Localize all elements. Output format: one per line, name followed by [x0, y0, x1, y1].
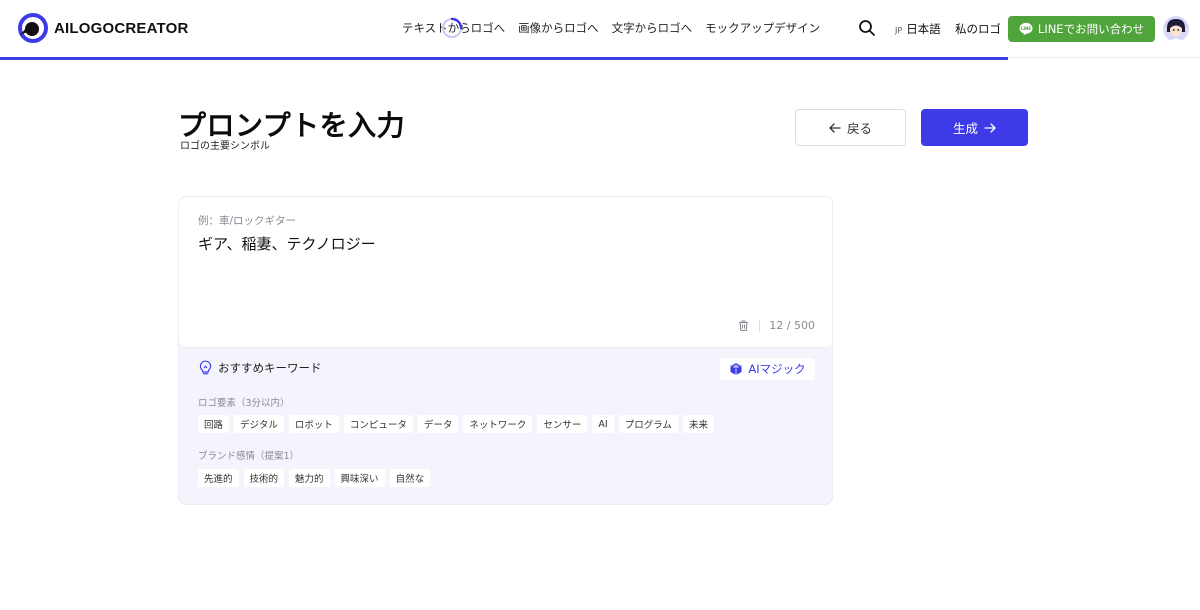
nav-item-mockup-design[interactable]: モックアップデザイン — [705, 20, 820, 36]
main-nav: テキストからロゴへ 画像からロゴへ 文字からロゴへ モックアップデザイン — [402, 20, 820, 36]
footer-divider — [759, 319, 761, 332]
line-contact-button[interactable]: LINE LINEでお問い合わせ — [1008, 16, 1155, 42]
page-subtitle: ロゴの主要シンボル — [180, 141, 270, 152]
keyword-chip[interactable]: AI — [592, 415, 614, 433]
generate-button-label: 生成 — [952, 121, 978, 136]
avatar-icon — [1163, 16, 1189, 42]
section-label-logo-elements: ロゴ要素（3分以内） — [198, 398, 290, 409]
my-logo-link[interactable]: 私のロゴ — [955, 21, 1001, 37]
chips-logo-elements: 回路 デジタル ロボット コンピュータ データ ネットワーク センサー AI プ… — [198, 415, 714, 433]
keyword-chip[interactable]: データ — [417, 415, 459, 433]
section-label-brand-emotion: ブランド感情（提案1） — [198, 451, 300, 462]
chips-brand-emotion: 先進的 技術的 魅力的 興味深い 自然な — [198, 469, 431, 487]
language-label: 日本語 — [906, 22, 941, 36]
character-count: 12 / 500 — [769, 319, 815, 332]
nav-item-letter-to-logo[interactable]: 文字からロゴへ — [612, 20, 693, 36]
bulb-icon — [199, 360, 212, 375]
keyword-chip[interactable]: 回路 — [198, 415, 230, 433]
brand-logo[interactable]: AILOGOCREATOR — [18, 13, 189, 43]
keyword-chip[interactable]: センサー — [537, 415, 588, 433]
arrow-right-icon — [984, 122, 996, 133]
page-progress-bar — [0, 57, 1008, 60]
nav-item-image-to-logo[interactable]: 画像からロゴへ — [518, 20, 599, 36]
keyword-chip[interactable]: 自然な — [389, 469, 431, 487]
keyword-chip[interactable]: ロボット — [288, 415, 339, 433]
keyword-chip[interactable]: プログラム — [618, 415, 678, 433]
search-icon[interactable] — [858, 19, 876, 37]
brand-logo-icon — [18, 13, 48, 43]
magic-cube-icon — [730, 363, 742, 375]
svg-text:LINE: LINE — [1021, 26, 1031, 31]
prompt-textarea[interactable]: 例：車/ロックギター ギア、稲妻、テクノロジー 12 / 500 — [179, 197, 832, 348]
keyword-chip[interactable]: 魅力的 — [289, 469, 330, 487]
keyword-chip[interactable]: 未来 — [682, 415, 714, 433]
prompt-value[interactable]: ギア、稲妻、テクノロジー — [198, 233, 376, 254]
keyword-chip[interactable]: 技術的 — [243, 469, 285, 487]
keyword-chip[interactable]: コンピュータ — [343, 415, 413, 433]
keyword-chip[interactable]: ネットワーク — [463, 415, 533, 433]
line-chat-icon: LINE — [1019, 22, 1033, 36]
top-header: AILOGOCREATOR テキストからロゴへ 画像からロゴへ 文字からロゴへ … — [0, 0, 1200, 58]
line-contact-label: LINEでお問い合わせ — [1037, 22, 1145, 36]
loading-spinner-icon — [442, 17, 463, 38]
keyword-heading: おすすめキーワード — [198, 360, 322, 376]
keyword-chip[interactable]: 先進的 — [198, 469, 239, 487]
language-selector[interactable]: JP 日本語 — [895, 21, 941, 37]
user-avatar[interactable] — [1163, 16, 1189, 42]
keyword-chip[interactable]: デジタル — [234, 415, 284, 433]
ai-magic-button[interactable]: AIマジック — [720, 358, 815, 380]
prompt-placeholder: 例：車/ロックギター — [198, 215, 297, 227]
language-code: JP — [895, 26, 903, 35]
ai-magic-label: AIマジック — [748, 362, 806, 376]
keyword-chip[interactable]: 興味深い — [334, 469, 385, 487]
back-button[interactable]: 戻る — [795, 109, 906, 146]
generate-button[interactable]: 生成 — [921, 109, 1028, 146]
trash-icon[interactable] — [737, 319, 750, 332]
prompt-card: 例：車/ロックギター ギア、稲妻、テクノロジー 12 / 500 おすすめキーワ… — [178, 196, 833, 505]
keyword-heading-label: おすすめキーワード — [218, 361, 322, 375]
arrow-left-icon — [829, 122, 841, 133]
prompt-footer: 12 / 500 — [737, 319, 815, 332]
back-button-label: 戻る — [846, 121, 872, 136]
brand-name: AILOGOCREATOR — [54, 19, 189, 37]
